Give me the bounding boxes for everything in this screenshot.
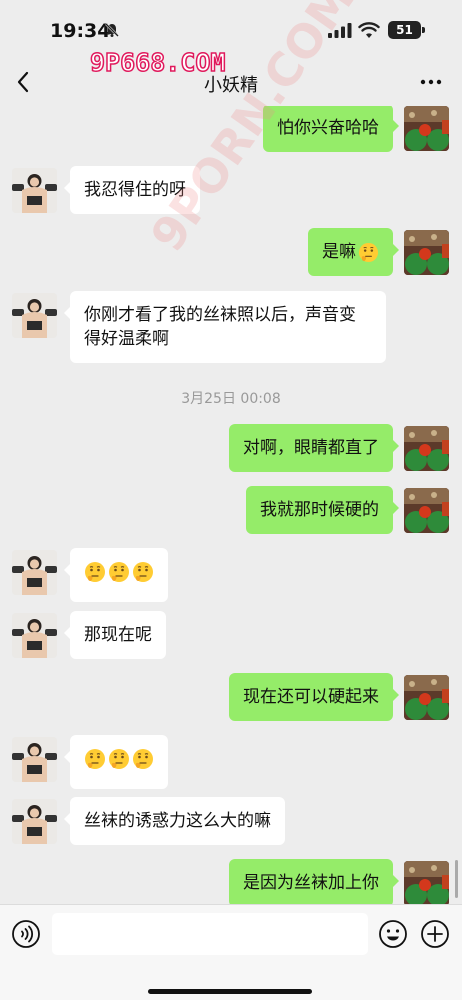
more-icon[interactable] (418, 72, 444, 92)
home-indicator (148, 989, 312, 994)
self-avatar[interactable] (404, 488, 449, 533)
chat-screen: 19:34 51 小妖精 3月25日 00:08 怕你兴奋哈哈 我忍得住的呀 是… (0, 0, 462, 1000)
message-input[interactable] (52, 913, 368, 955)
outgoing-message-bubble[interactable]: 是嘛 (308, 228, 399, 276)
self-avatar[interactable] (404, 106, 449, 151)
incoming-message-bubble[interactable] (64, 735, 168, 789)
self-avatar[interactable] (404, 861, 449, 904)
incoming-message-bubble[interactable]: 丝袜的诱惑力这么大的嘛 (64, 797, 285, 845)
self-avatar[interactable] (404, 230, 449, 275)
message-list[interactable]: 3月25日 00:08 怕你兴奋哈哈 我忍得住的呀 是嘛 你刚才看了我的丝袜照以后，声… (0, 106, 462, 904)
incoming-message-bubble[interactable] (64, 548, 168, 602)
message-text: 我就那时候硬的 (260, 500, 379, 520)
wifi-icon (358, 22, 380, 38)
voice-icon[interactable] (11, 919, 41, 949)
thinking-face-emoji (85, 562, 105, 582)
thinking-face-emoji (85, 749, 105, 769)
message-text: 对啊，眼睛都直了 (243, 438, 379, 458)
chat-title: 小妖精 (204, 75, 258, 96)
outgoing-message-bubble[interactable]: 现在还可以硬起来 (229, 673, 399, 721)
timestamp-divider: 3月25日 00:08 (181, 391, 281, 407)
scrollbar[interactable] (455, 860, 458, 898)
message-text: 怕你兴奋哈哈 (277, 118, 379, 138)
contact-avatar[interactable] (12, 613, 57, 658)
watermark-logo: 9P668.COM (89, 47, 226, 78)
status-bar: 19:34 51 (0, 0, 462, 58)
thinking-face-emoji (133, 749, 153, 769)
outgoing-message-bubble[interactable]: 对啊，眼睛都直了 (229, 424, 399, 472)
incoming-message-bubble[interactable]: 那现在呢 (64, 611, 166, 659)
self-avatar[interactable] (404, 675, 449, 720)
thinking-face-emoji (109, 749, 129, 769)
thinking-face-emoji (133, 562, 153, 582)
bell-muted-icon (105, 23, 119, 37)
message-text: 是因为丝袜加上你 (243, 873, 379, 893)
contact-avatar[interactable] (12, 737, 57, 782)
self-avatar[interactable] (404, 426, 449, 471)
plus-icon[interactable] (420, 919, 450, 949)
thinking-face-emoji (358, 242, 379, 262)
input-bar (0, 904, 462, 1000)
contact-avatar[interactable] (12, 168, 57, 213)
contact-avatar[interactable] (12, 550, 57, 595)
battery-tip (422, 27, 425, 33)
contact-avatar[interactable] (12, 293, 57, 338)
status-time: 19:34 (50, 20, 111, 42)
message-text: 那现在呢 (84, 625, 152, 645)
smiley-icon[interactable] (378, 919, 408, 949)
contact-avatar[interactable] (12, 799, 57, 844)
message-text: 现在还可以硬起来 (243, 687, 379, 707)
outgoing-message-bubble[interactable]: 我就那时候硬的 (246, 486, 399, 534)
message-text: 丝袜的诱惑力这么大的嘛 (84, 811, 271, 831)
message-text: 是嘛 (322, 242, 356, 262)
message-text: 你刚才看了我的丝袜照以后，声音变得好温柔啊 (84, 305, 356, 349)
thinking-face-emoji (109, 562, 129, 582)
battery-indicator: 51 (388, 21, 421, 39)
incoming-message-bubble[interactable]: 你刚才看了我的丝袜照以后，声音变得好温柔啊 (64, 291, 386, 363)
outgoing-message-bubble[interactable]: 是因为丝袜加上你 (229, 859, 399, 904)
